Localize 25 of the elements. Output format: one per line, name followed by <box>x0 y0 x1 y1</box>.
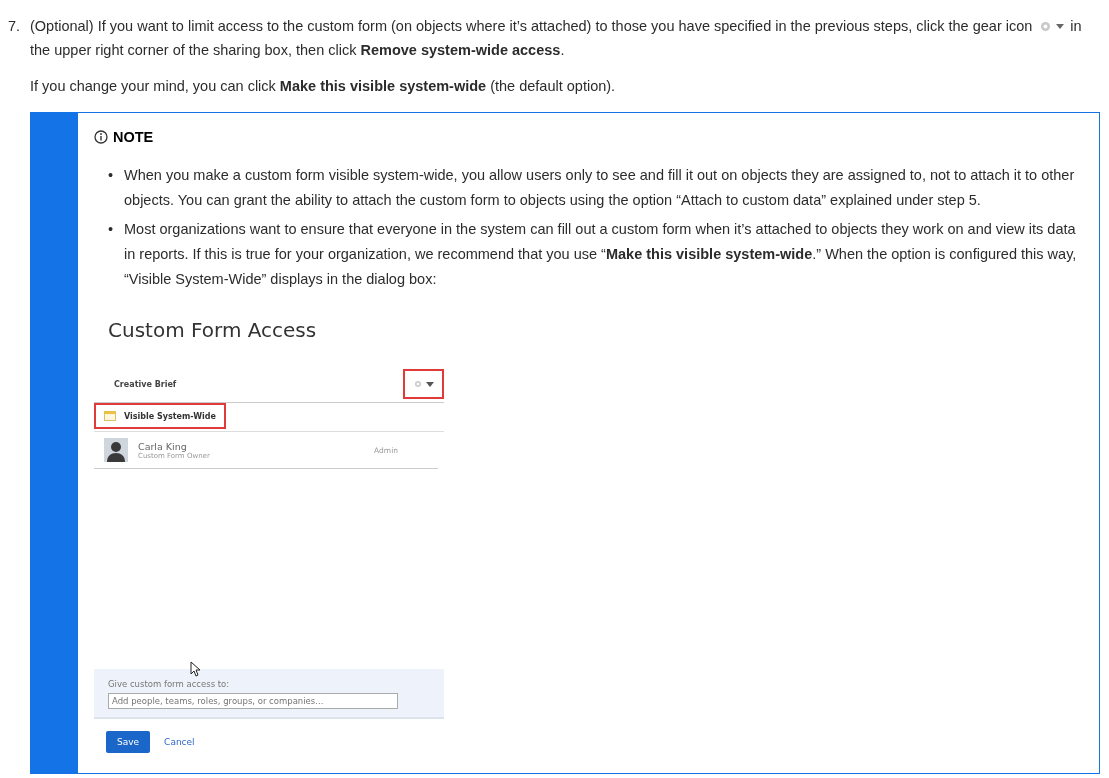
owner-name: Carla King <box>138 440 188 452</box>
share-label: Give custom form access to: <box>108 679 231 689</box>
note-heading: NOTE <box>113 129 154 145</box>
note-bullet: Most organizations want to ensure that everyone in the system can fill out a custom form when it’s attached to objects they work on and view its data in reports. If this is true for your organization, we recommend that you use “Make this visible system-wide.” When the option is configured this way, “Visible System-Wide” displays in the dialog box: <box>124 220 1078 289</box>
step-text: in <box>1070 17 1082 36</box>
share-field[interactable]: Add people, teams, roles, groups, or companies... <box>108 693 398 709</box>
info-icon <box>94 130 108 144</box>
cursor-icon <box>190 661 201 677</box>
instruction-text: If you change your mind, you can click Make this visible system-wide (the default option). <box>30 77 617 96</box>
note-bullet: When you make a custom form visible system-wide, you allow users only to see and fill it out on objects they are assigned to, not to attach it to other objects. You can grant the ability to attach the custom form to objects using the option “Attach to custom data” explained under step 5. <box>124 166 1076 210</box>
dialog-title: Custom Form Access <box>108 318 318 342</box>
step-text: (Optional) If you want to limit access to the custom form (on objects where it’s attached) to those you have specified in the previous steps, click the gear icon <box>30 17 1033 36</box>
step-number: 7. <box>8 17 22 36</box>
caret-icon <box>1056 23 1065 29</box>
calendar-icon <box>104 411 116 421</box>
bullet-marker: • <box>108 220 115 239</box>
save-button[interactable]: Save <box>106 731 151 753</box>
caret-icon <box>426 381 434 387</box>
visibility-badge: Visible System-Wide <box>96 405 224 427</box>
step-text: the upper right corner of the sharing box, then click Remove system-wide access. <box>30 41 566 60</box>
object-name: Creative Brief <box>114 379 177 389</box>
settings-button[interactable] <box>405 371 442 397</box>
bullet-marker: • <box>108 166 115 185</box>
avatar <box>104 438 128 462</box>
cancel-link[interactable]: Cancel <box>164 737 195 747</box>
